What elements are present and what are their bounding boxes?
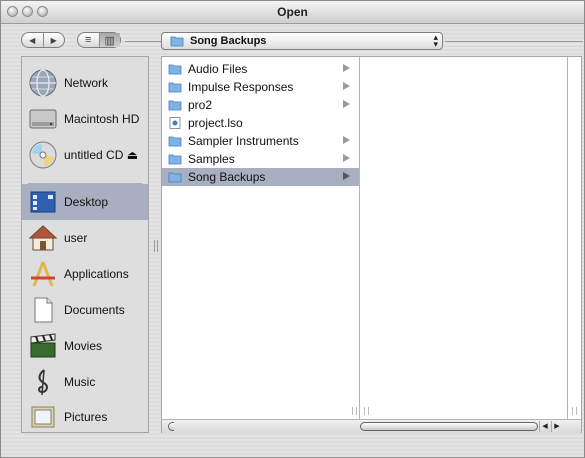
sidebar-item-label: Music	[64, 375, 96, 389]
hard-disk-icon	[29, 109, 57, 129]
scrollbar-thumb[interactable]	[360, 422, 538, 431]
sidebar-item-label: Applications	[64, 267, 129, 281]
folder-icon	[168, 82, 182, 93]
music-icon	[38, 369, 48, 396]
sidebar-item-music[interactable]: Music	[22, 364, 148, 400]
sidebar-resize-handle[interactable]	[149, 56, 161, 433]
window-title: Open	[277, 5, 308, 19]
column-resize-handle[interactable]	[364, 407, 369, 415]
folder-icon	[168, 154, 182, 165]
column-resize-handle[interactable]	[572, 407, 577, 415]
list-item-project-lso[interactable]: project.lso	[162, 114, 359, 132]
folder-icon	[170, 36, 184, 47]
column-browser: Audio Files Impulse Responses pro2 proje…	[161, 56, 582, 433]
column-view-button[interactable]: ▥	[98, 33, 120, 47]
folder-icon	[168, 172, 182, 183]
back-forward-control: ◀ ▶	[21, 32, 65, 48]
browser-column-2	[360, 57, 568, 419]
folder-icon	[168, 64, 182, 75]
sidebar-item-desktop[interactable]: Desktop	[22, 184, 148, 220]
title-bar[interactable]: Open	[1, 1, 584, 24]
network-icon	[29, 69, 57, 97]
sidebar-item-movies[interactable]: Movies	[22, 328, 148, 364]
item-name: Sampler Instruments	[188, 134, 299, 148]
disclosure-arrow-icon	[343, 64, 350, 72]
sidebar-item-macintosh-hd[interactable]: Macintosh HD	[22, 101, 148, 137]
sidebar-item-label: Movies	[64, 339, 103, 353]
forward-button[interactable]: ▶	[42, 33, 65, 47]
disclosure-arrow-icon	[343, 172, 350, 180]
folder-icon	[168, 100, 182, 111]
toolbar-rule	[125, 41, 161, 42]
list-item-song-backups[interactable]: Song Backups	[162, 168, 359, 186]
sidebar-item-documents[interactable]: Documents	[22, 292, 148, 328]
disclosure-arrow-icon	[343, 136, 350, 144]
item-name: Samples	[188, 152, 235, 166]
list-view-button[interactable]: ≡	[78, 33, 99, 47]
applications-icon	[31, 261, 55, 287]
scroll-left-arrow-icon[interactable]: ◀	[539, 421, 550, 432]
horizontal-scrollbar[interactable]: ◀ ▶	[162, 419, 581, 433]
sidebar-item-label: Macintosh HD	[64, 112, 140, 126]
location-popup[interactable]: Song Backups ▴ ▾	[161, 32, 443, 50]
view-mode-control: ≡ ▥	[77, 32, 121, 48]
scroll-left-cap-icon	[168, 422, 174, 431]
sidebar-item-label: user	[64, 231, 88, 245]
sidebar-item-network[interactable]: Network	[22, 65, 148, 101]
toolbar: ◀ ▶ ≡ ▥ Song Backups ▴ ▾	[1, 24, 584, 56]
popup-arrows-icon: ▴ ▾	[433, 32, 438, 49]
open-dialog: Open ◀ ▶ ≡ ▥ Song Backups ▴ ▾ Network Ma…	[0, 0, 585, 458]
sidebar-item-pictures[interactable]: Pictures	[22, 400, 148, 434]
item-name: Audio Files	[188, 62, 248, 76]
disclosure-arrow-icon	[343, 100, 350, 108]
toolbar-rule	[445, 41, 583, 42]
project-file-icon	[169, 117, 181, 129]
resize-grip-icon	[154, 240, 158, 252]
folder-icon	[168, 136, 182, 147]
list-item-samples[interactable]: Samples	[162, 150, 359, 168]
list-item-impulse-responses[interactable]: Impulse Responses	[162, 78, 359, 96]
sidebar-item-label: Documents	[64, 303, 125, 317]
desktop-icon	[30, 191, 56, 213]
location-label: Song Backups	[190, 35, 267, 47]
sidebar-item-label: Desktop	[64, 195, 109, 209]
sidebar-item-label: Pictures	[64, 410, 108, 424]
item-name: pro2	[188, 98, 213, 112]
documents-icon	[34, 297, 53, 323]
home-icon	[28, 225, 58, 251]
sidebar-item-untitled-cd[interactable]: untitled CD ⏏	[22, 137, 148, 173]
item-name: Song Backups	[188, 170, 266, 184]
list-item-audio-files[interactable]: Audio Files	[162, 60, 359, 78]
movies-icon	[30, 333, 56, 358]
scroll-right-arrow-icon[interactable]: ▶	[551, 421, 562, 432]
disclosure-arrow-icon	[343, 82, 350, 90]
sidebar-item-applications[interactable]: Applications	[22, 256, 148, 292]
column-resize-handle[interactable]	[352, 407, 357, 415]
back-button[interactable]: ◀	[22, 33, 43, 47]
sidebar-item-user[interactable]: user	[22, 220, 148, 256]
list-item-pro2[interactable]: pro2	[162, 96, 359, 114]
list-item-sampler-instruments[interactable]: Sampler Instruments	[162, 132, 359, 150]
item-name: Impulse Responses	[188, 80, 294, 94]
item-name: project.lso	[188, 116, 243, 130]
browser-column-1: Audio Files Impulse Responses pro2 proje…	[162, 57, 360, 419]
cd-icon	[29, 141, 57, 169]
pictures-icon	[31, 406, 55, 428]
sidebar: Network Macintosh HD untitled CD ⏏ Deskt…	[21, 56, 149, 433]
disclosure-arrow-icon	[343, 154, 350, 162]
sidebar-item-label: untitled CD ⏏	[64, 148, 139, 162]
sidebar-item-label: Network	[64, 76, 109, 90]
